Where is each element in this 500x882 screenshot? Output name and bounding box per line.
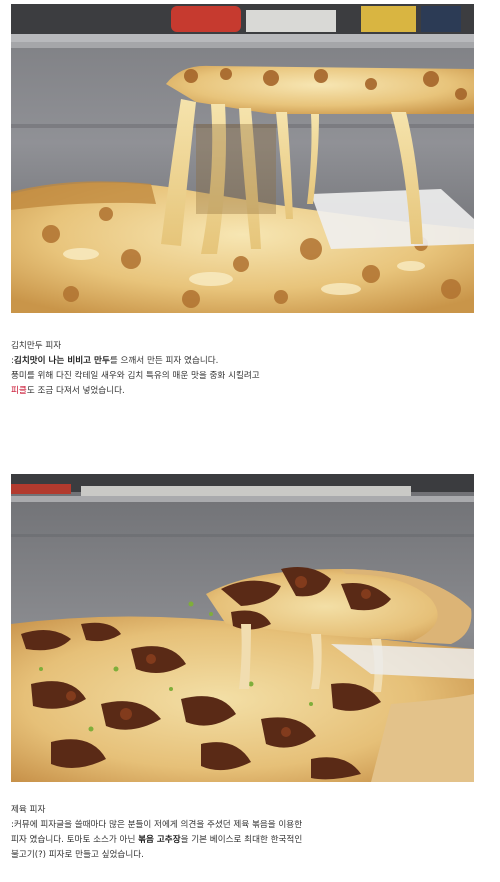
description-line: 불고기(?) 피자로 만들고 싶었습니다. <box>11 850 144 860</box>
description-line: 풍미를 위해 다진 칵테일 새우와 김치 특유의 매운 맛을 중화 시킬려고 <box>11 371 260 381</box>
kimchi-pizza-description: 김치만두 피자 :김치맛이 나는 비비고 만두를 으깨서 만든 피자 였습니다.… <box>11 339 481 399</box>
highlight-text: 피클 <box>11 386 27 396</box>
description-line: 피클도 조금 다져서 넣었습니다. <box>11 384 481 399</box>
jeyuk-pizza-photo <box>11 474 474 782</box>
text-rest: 를 으깨서 만든 피자 였습니다. <box>109 356 219 366</box>
post-title: 제육 피자 <box>11 805 46 815</box>
jeyuk-pizza-description: 제육 피자 :커뮤에 피자글을 쓸때마다 많은 분들이 저에게 의견을 주셨던 … <box>11 803 481 863</box>
kimchi-dumpling-pizza-photo <box>11 4 474 313</box>
bold-text: 김치맛이 나는 비비고 만두 <box>13 356 110 366</box>
bold-text: 볶음 고추장 <box>138 835 181 845</box>
description-line: 피자 였습니다. 토마토 소스가 아닌 볶음 고추장을 기본 베이스로 최대한 … <box>11 833 481 848</box>
text-rest: 도 조금 다져서 넣었습니다. <box>26 386 125 396</box>
kimchi-pizza-image <box>11 4 474 313</box>
text-pre: 피자 였습니다. 토마토 소스가 아닌 <box>11 835 139 845</box>
text-rest: 을 기본 베이스로 최대한 한국적인 <box>180 835 303 845</box>
post-title: 김치만두 피자 <box>11 341 62 351</box>
jeyuk-pizza-image <box>11 474 474 782</box>
description-line: :커뮤에 피자글을 쓸때마다 많은 분들이 저에게 의견을 주셨던 제육 볶음을… <box>11 820 303 830</box>
description-line: :김치맛이 나는 비비고 만두를 으깨서 만든 피자 였습니다. <box>11 354 481 369</box>
